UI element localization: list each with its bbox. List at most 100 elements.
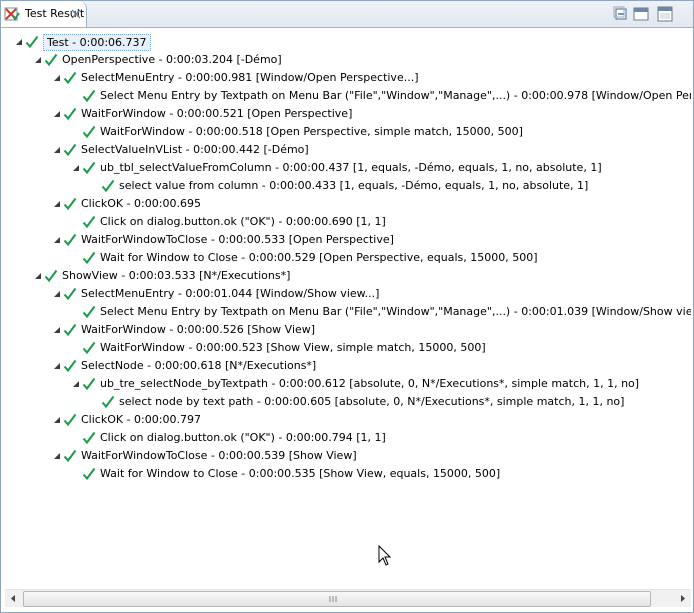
check-icon [82, 161, 96, 175]
triangle-expanded-icon[interactable] [53, 146, 61, 154]
tree-node-label: SelectNode - 0:00:00.618 [N*/Executions*… [81, 359, 317, 372]
triangle-expanded-icon[interactable] [53, 416, 61, 424]
tree-node-label: Test - 0:00:06.737 [43, 34, 151, 51]
tree-row[interactable]: WaitForWindowToClose - 0:00:00.539 [Show… [5, 447, 691, 465]
minimize-icon[interactable] [633, 6, 649, 22]
scroll-left-button[interactable] [5, 590, 22, 607]
triangle-expanded-icon[interactable] [53, 452, 61, 460]
tree-row[interactable]: OpenPerspective - 0:00:03.204 [-Démo] [5, 51, 691, 69]
tree-node-label: select node by text path - 0:00:00.605 [… [119, 395, 625, 408]
maximize-icon[interactable] [657, 6, 673, 22]
tree-node-label: ub_tbl_selectValueFromColumn - 0:00:00.4… [100, 161, 602, 174]
triangle-expanded-icon[interactable] [53, 110, 61, 118]
triangle-expanded-icon[interactable] [53, 200, 61, 208]
check-icon [63, 143, 77, 157]
scroll-right-button[interactable] [674, 590, 691, 607]
result-tree[interactable]: Test - 0:00:06.737 OpenPerspective - 0:00… [5, 31, 691, 587]
tree-node-label: WaitForWindowToClose - 0:00:00.533 [Open… [81, 233, 394, 246]
check-icon [82, 341, 96, 355]
tree-row[interactable]: SelectValueInVList - 0:00:00.442 [-Démo] [5, 141, 691, 159]
tree-row[interactable]: WaitForWindow - 0:00:00.521 [Open Perspe… [5, 105, 691, 123]
tree-row[interactable]: select value from column - 0:00:00.433 [… [5, 177, 691, 195]
check-icon [63, 359, 77, 373]
tree-row[interactable]: Wait for Window to Close - 0:00:00.529 [… [5, 249, 691, 267]
check-icon [63, 197, 77, 211]
tab-test-result[interactable]: Test Result [1, 1, 87, 27]
tree-node-label: OpenPerspective - 0:00:03.204 [-Démo] [62, 53, 282, 66]
triangle-expanded-icon[interactable] [53, 290, 61, 298]
tree-row[interactable]: ShowView - 0:00:03.533 [N*/Executions*] [5, 267, 691, 285]
tree-node-label: SelectValueInVList - 0:00:00.442 [-Démo] [81, 143, 309, 156]
check-icon [63, 449, 77, 463]
tree-node-label: Click on dialog.button.ok ("OK") - 0:00:… [100, 215, 386, 228]
close-icon[interactable] [71, 9, 81, 19]
check-icon [82, 89, 96, 103]
tree-row[interactable]: ClickOK - 0:00:00.695 [5, 195, 691, 213]
horizontal-scrollbar[interactable] [5, 589, 691, 607]
tree-row[interactable]: ClickOK - 0:00:00.797 [5, 411, 691, 429]
check-icon [63, 287, 77, 301]
check-icon [101, 179, 115, 193]
tree-row[interactable]: ub_tre_selectNode_byTextpath - 0:00:00.6… [5, 375, 691, 393]
tree-row[interactable]: ub_tbl_selectValueFromColumn - 0:00:00.4… [5, 159, 691, 177]
chevron-left-icon [11, 595, 15, 602]
tree-row[interactable]: SelectNode - 0:00:00.618 [N*/Executions*… [5, 357, 691, 375]
check-icon [44, 53, 58, 67]
check-icon [63, 107, 77, 121]
tree-row[interactable]: WaitForWindow - 0:00:00.518 [Open Perspe… [5, 123, 691, 141]
tree-row[interactable]: SelectMenuEntry - 0:00:00.981 [Window/Op… [5, 69, 691, 87]
tree-node-label: Select Menu Entry by Textpath on Menu Ba… [100, 89, 691, 102]
tree-row[interactable]: SelectMenuEntry - 0:00:01.044 [Window/Sh… [5, 285, 691, 303]
grip-icon [329, 596, 337, 602]
triangle-expanded-icon[interactable] [72, 380, 80, 388]
tree-node-label: ShowView - 0:00:03.533 [N*/Executions*] [62, 269, 291, 282]
triangle-expanded-icon[interactable] [53, 326, 61, 334]
tree-node-label: WaitForWindow - 0:00:00.518 [Open Perspe… [100, 125, 523, 138]
triangle-expanded-icon[interactable] [72, 164, 80, 172]
check-icon [82, 251, 96, 265]
check-icon [101, 395, 115, 409]
tree-row[interactable]: Select Menu Entry by Textpath on Menu Ba… [5, 303, 691, 321]
tree-node-label: select value from column - 0:00:00.433 [… [119, 179, 589, 192]
tree-row[interactable]: Click on dialog.button.ok ("OK") - 0:00:… [5, 429, 691, 447]
collapse-all-icon[interactable] [613, 6, 629, 22]
check-icon [63, 413, 77, 427]
tree-node-label: Wait for Window to Close - 0:00:00.535 [… [100, 467, 501, 480]
tree-row[interactable]: WaitForWindow - 0:00:00.526 [Show View] [5, 321, 691, 339]
tree-row[interactable]: Wait for Window to Close - 0:00:00.535 [… [5, 465, 691, 483]
triangle-expanded-icon[interactable] [53, 362, 61, 370]
triangle-expanded-icon[interactable] [34, 272, 42, 280]
view-tabstrip: Test Result [1, 1, 693, 28]
mouse-cursor-icon [378, 545, 392, 566]
tree-node-label: SelectMenuEntry - 0:00:01.044 [Window/Sh… [81, 287, 380, 300]
tree-row[interactable]: WaitForWindowToClose - 0:00:00.533 [Open… [5, 231, 691, 249]
check-icon [82, 377, 96, 391]
chevron-right-icon [681, 595, 685, 602]
triangle-expanded-icon[interactable] [15, 38, 23, 46]
tree-row[interactable]: WaitForWindow - 0:00:00.523 [Show View, … [5, 339, 691, 357]
check-icon [44, 269, 58, 283]
check-icon [63, 323, 77, 337]
tree-node-label: Wait for Window to Close - 0:00:00.529 [… [100, 251, 538, 264]
tree-node-label: WaitForWindow - 0:00:00.521 [Open Perspe… [81, 107, 353, 120]
check-icon [82, 467, 96, 481]
tree-row[interactable]: Test - 0:00:06.737 [5, 33, 691, 51]
check-icon [82, 215, 96, 229]
tree-node-label: WaitForWindowToClose - 0:00:00.539 [Show… [81, 449, 357, 462]
tree-row[interactable]: select node by text path - 0:00:00.605 [… [5, 393, 691, 411]
test-result-icon [4, 7, 20, 21]
triangle-expanded-icon[interactable] [34, 56, 42, 64]
triangle-expanded-icon[interactable] [53, 236, 61, 244]
check-icon [63, 233, 77, 247]
tree-node-label: WaitForWindow - 0:00:00.523 [Show View, … [100, 341, 486, 354]
tree-node-label: ClickOK - 0:00:00.797 [81, 413, 201, 426]
tree-node-label: ub_tre_selectNode_byTextpath - 0:00:00.6… [100, 377, 640, 390]
scrollbar-thumb[interactable] [23, 591, 651, 607]
tree-node-label: ClickOK - 0:00:00.695 [81, 197, 201, 210]
tree-row[interactable]: Select Menu Entry by Textpath on Menu Ba… [5, 87, 691, 105]
tree-node-label: SelectMenuEntry - 0:00:00.981 [Window/Op… [81, 71, 419, 84]
triangle-expanded-icon[interactable] [53, 74, 61, 82]
check-icon [82, 305, 96, 319]
tree-row[interactable]: Click on dialog.button.ok ("OK") - 0:00:… [5, 213, 691, 231]
check-icon [82, 125, 96, 139]
